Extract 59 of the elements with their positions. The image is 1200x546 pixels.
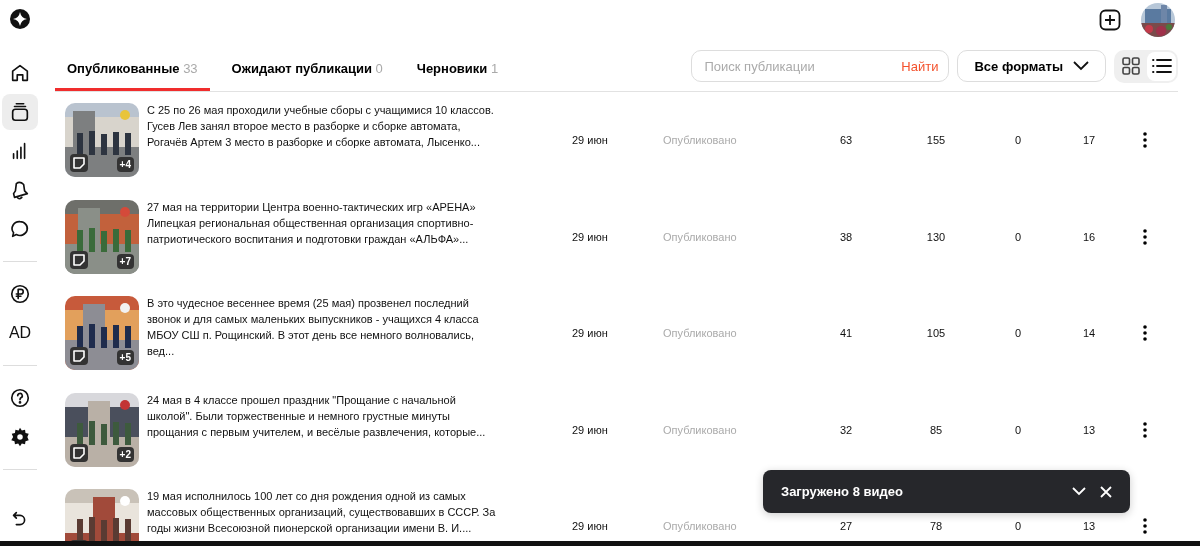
stat-value: 0 bbox=[1013, 134, 1023, 147]
stat-value: 63 bbox=[838, 134, 854, 147]
grid-icon bbox=[1121, 57, 1140, 75]
post-text[interactable]: 24 мая в 4 классе прошел праздник "Прощание с начальной школой". Были торжественные и немного грустные минуты прощания с первым учителем, и весёлые развлечения, которые... bbox=[147, 391, 499, 440]
post-status: Опубликовано bbox=[663, 423, 738, 436]
stat-value: 78 bbox=[928, 520, 944, 533]
post-date: 29 июн bbox=[572, 134, 609, 147]
tab[interactable]: Опубликованные 33 bbox=[55, 48, 210, 91]
search-button[interactable]: Найти bbox=[901, 58, 939, 74]
post-status: Опубликовано bbox=[663, 134, 738, 147]
post-text[interactable]: С 25 по 26 мая проходили учебные сборы с учащимися 10 классов. Гусев Лев занял второе место в разборке и сборке автомата, Рогачёв Артем 3 место в разборке и сборке автомата, Лысенко... bbox=[147, 102, 499, 150]
ruble-icon bbox=[9, 283, 31, 305]
list-icon bbox=[1151, 58, 1172, 74]
close-icon[interactable] bbox=[1100, 485, 1112, 498]
tab[interactable]: Черновики 1 bbox=[404, 48, 511, 91]
help-icon bbox=[9, 387, 31, 409]
search-field[interactable]: Поиск публикации Найти bbox=[691, 50, 950, 82]
plus-icon bbox=[1099, 9, 1121, 31]
stat-value: 155 bbox=[925, 134, 947, 147]
stat-value: 17 bbox=[1081, 134, 1097, 147]
stat-value: 13 bbox=[1081, 423, 1097, 436]
ad-nav-item[interactable]: AD bbox=[2, 315, 38, 351]
posts-nav-item[interactable] bbox=[2, 94, 38, 130]
stat-value: 38 bbox=[838, 230, 854, 243]
post-status: Опубликовано bbox=[663, 327, 738, 340]
speech-bubble-icon bbox=[9, 218, 31, 240]
stat-value: 41 bbox=[838, 327, 854, 340]
stat-value: 0 bbox=[1013, 230, 1023, 243]
create-button[interactable] bbox=[1099, 9, 1121, 31]
stat-value: 27 bbox=[838, 520, 854, 533]
stat-value: 0 bbox=[1013, 327, 1023, 340]
chevron-down-icon[interactable] bbox=[1072, 487, 1086, 496]
post-text[interactable]: 27 мая на территории Центра военно-тактических игр «АРЕНА» Липецкая региональная общественная организация спортивно-патриотического воспитания и подготовки граждан «АЛЬФА»... bbox=[147, 198, 499, 247]
stat-value: 105 bbox=[925, 327, 947, 340]
stat-value: 32 bbox=[838, 423, 854, 436]
stat-value: 85 bbox=[928, 423, 944, 436]
post-text[interactable]: 19 мая исполнилось 100 лет со дня рождения одной из самых массовых общественных организаций, существовавших в СССР. За годы жизни Всесоюзной пионерской организации имени В. И.... bbox=[147, 488, 499, 536]
home-icon bbox=[9, 62, 31, 84]
post-date: 29 июн bbox=[572, 423, 609, 436]
post-status: Опубликовано bbox=[663, 520, 738, 533]
chevron-down-icon bbox=[1073, 61, 1089, 71]
tab[interactable]: Ожидают публикации 0 bbox=[219, 48, 395, 91]
post-date: 29 июн bbox=[572, 327, 609, 340]
post-date: 29 июн bbox=[572, 230, 609, 243]
stack-icon bbox=[9, 101, 31, 123]
post-date: 29 июн bbox=[572, 520, 609, 533]
stat-value: 16 bbox=[1081, 230, 1097, 243]
toast-message: Загружено 8 видео bbox=[781, 484, 904, 499]
stat-value: 0 bbox=[1013, 520, 1023, 533]
logo-icon[interactable] bbox=[10, 9, 30, 29]
gear-icon bbox=[9, 426, 31, 448]
list-view-button[interactable] bbox=[1147, 51, 1176, 81]
post-status: Опубликовано bbox=[663, 230, 738, 243]
stat-value: 0 bbox=[1013, 423, 1023, 436]
post-text[interactable]: В это чудесное весеннее время (25 мая) прозвенел последний звонок и для самых маленьких выпускников - учащихся 4 класса МБОУ СШ п. Рощинский. В этот день все немного волновались, вед... bbox=[147, 295, 499, 359]
stat-value: 14 bbox=[1081, 327, 1097, 340]
stat-value: 130 bbox=[925, 230, 947, 243]
format-dropdown[interactable]: Все форматы bbox=[957, 50, 1106, 82]
stat-value: 13 bbox=[1081, 520, 1097, 533]
